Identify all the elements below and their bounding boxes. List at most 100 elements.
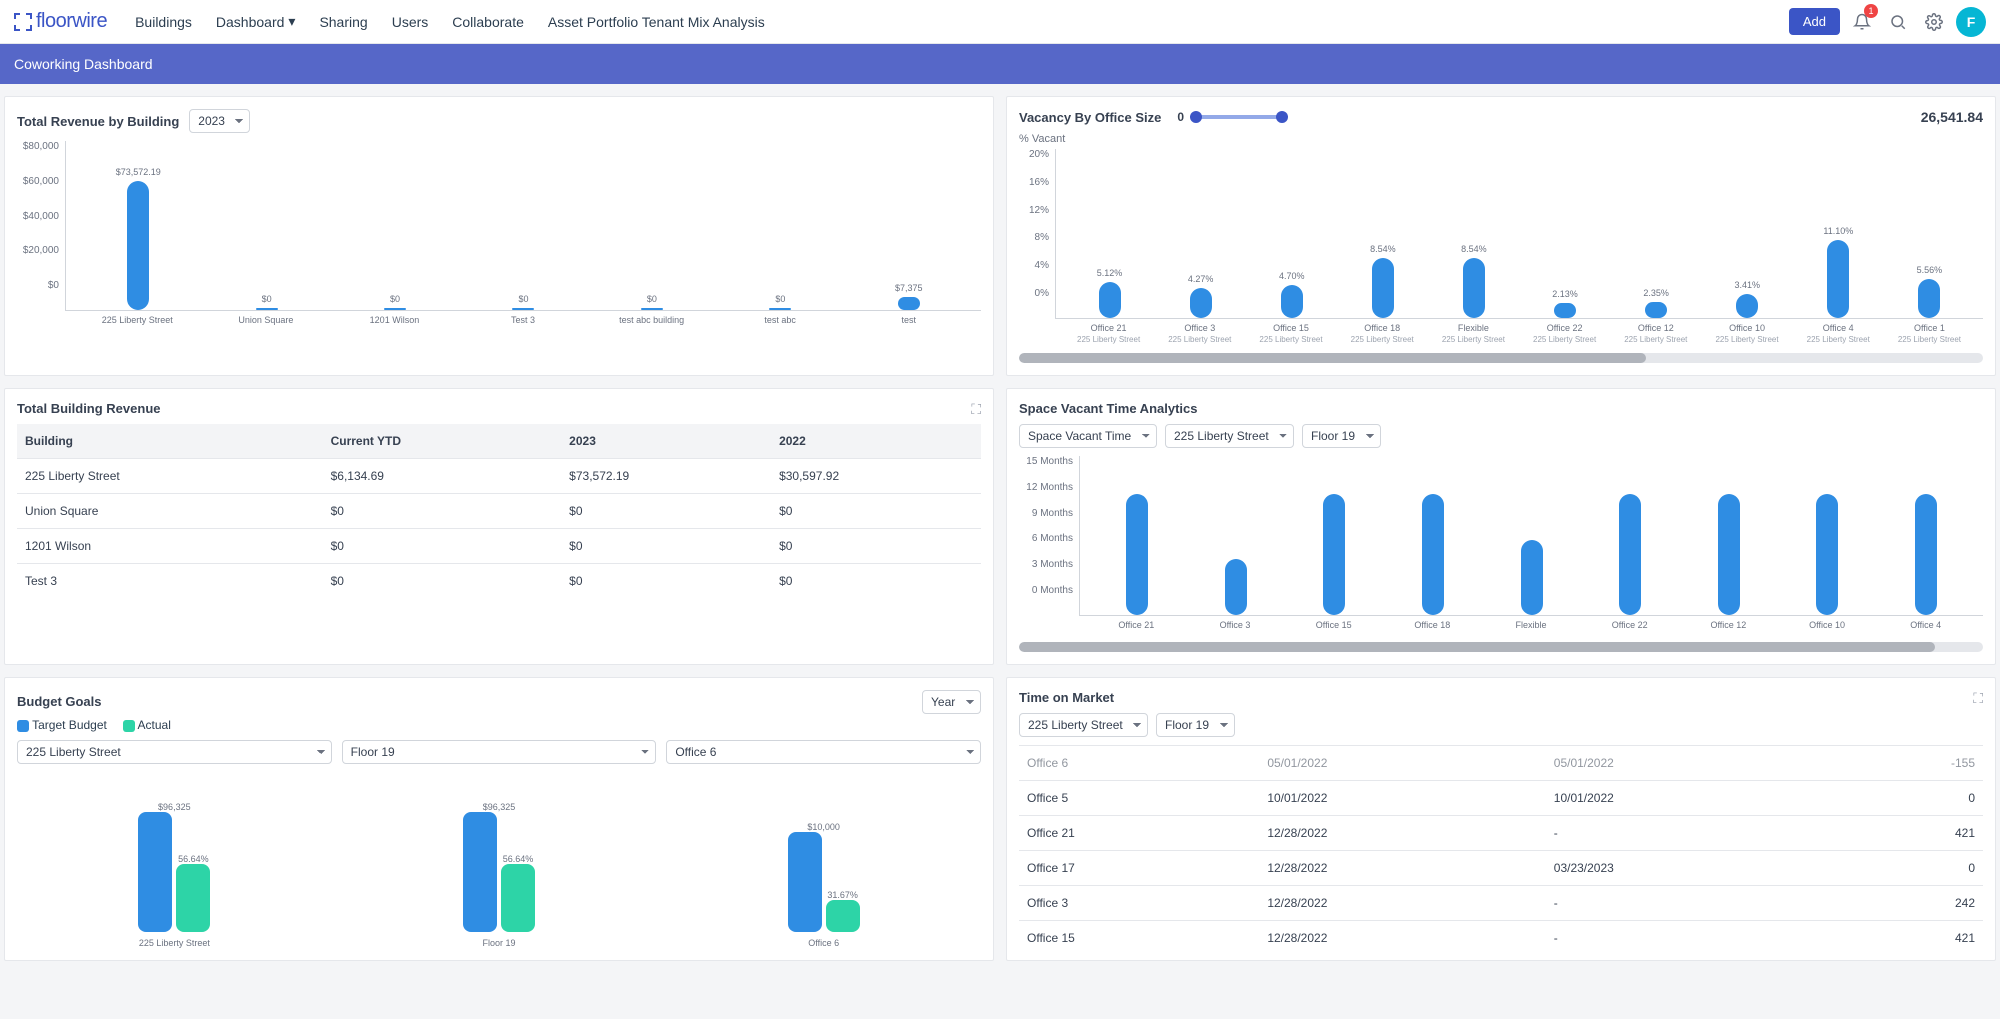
- gear-icon[interactable]: [1920, 8, 1948, 36]
- svt-metric-select[interactable]: Space Vacant Time: [1019, 424, 1157, 448]
- budget-legend: Target Budget Actual: [17, 718, 981, 732]
- svt-floor-select[interactable]: Floor 19: [1302, 424, 1381, 448]
- bar-target[interactable]: [463, 812, 497, 932]
- table-header[interactable]: Current YTD: [323, 424, 562, 459]
- card-building-revenue: ⛶ Total Building Revenue BuildingCurrent…: [4, 388, 994, 665]
- nav-links: Buildings Dashboard▾ Sharing Users Colla…: [135, 13, 765, 30]
- bar[interactable]: [512, 308, 534, 310]
- avatar[interactable]: F: [1956, 7, 1986, 37]
- brand-icon: [14, 13, 32, 31]
- card-vacancy: Vacancy By Office Size 0 26,541.84 % Vac…: [1006, 96, 1996, 376]
- slider-handle-min[interactable]: [1190, 111, 1202, 123]
- nav-collaborate[interactable]: Collaborate: [452, 13, 524, 30]
- bar[interactable]: [1463, 258, 1485, 318]
- revenue-chart: $80,000$60,000$40,000$20,000$0 $73,572.1…: [17, 141, 981, 311]
- total-revenue-title: Total Revenue by Building: [17, 114, 179, 129]
- bar[interactable]: [898, 297, 920, 310]
- vacancy-max: 26,541.84: [1921, 109, 1983, 125]
- bar[interactable]: [1736, 294, 1758, 318]
- nav-dashboard[interactable]: Dashboard▾: [216, 13, 296, 30]
- expand-icon[interactable]: ⛶: [971, 401, 981, 418]
- nav-sharing[interactable]: Sharing: [319, 13, 367, 30]
- table-row[interactable]: 1201 Wilson$0$0$0: [17, 529, 981, 564]
- tom-floor-select[interactable]: Floor 19: [1156, 713, 1235, 737]
- bar[interactable]: [769, 308, 791, 310]
- tom-building-select[interactable]: 225 Liberty Street: [1019, 713, 1148, 737]
- expand-icon[interactable]: ⛶: [1973, 690, 1983, 707]
- table-row[interactable]: Test 3$0$0$0: [17, 564, 981, 599]
- bar[interactable]: [1422, 494, 1444, 615]
- budget-scope-select[interactable]: 225 Liberty Street: [17, 740, 332, 764]
- nav-asset-portfolio[interactable]: Asset Portfolio Tenant Mix Analysis: [548, 13, 765, 30]
- vacancy-title: Vacancy By Office Size: [1019, 110, 1161, 125]
- vacancy-min: 0: [1177, 110, 1184, 124]
- brand-text: floorwire: [36, 10, 107, 33]
- add-button[interactable]: Add: [1789, 8, 1840, 35]
- notifications-badge: 1: [1864, 4, 1878, 18]
- page-title: Coworking Dashboard: [0, 44, 2000, 84]
- vacancy-scrollbar[interactable]: [1019, 353, 1983, 363]
- building-rev-title: Total Building Revenue: [17, 401, 161, 416]
- brand-logo[interactable]: floorwire: [14, 10, 107, 33]
- table-row[interactable]: Office 1512/28/2022-421: [1019, 921, 1983, 946]
- bar-target[interactable]: [788, 832, 822, 932]
- svt-title: Space Vacant Time Analytics: [1019, 401, 1197, 416]
- revenue-year-select[interactable]: 2023: [189, 109, 250, 133]
- card-svt: Space Vacant Time Analytics Space Vacant…: [1006, 388, 1996, 665]
- bar[interactable]: [1281, 285, 1303, 318]
- slider-handle-max[interactable]: [1276, 111, 1288, 123]
- vacancy-slider[interactable]: [1194, 115, 1284, 119]
- table-header[interactable]: 2022: [771, 424, 981, 459]
- table-row[interactable]: Office 2112/28/2022-421: [1019, 816, 1983, 851]
- bar[interactable]: [1323, 494, 1345, 615]
- bar[interactable]: [1372, 258, 1394, 318]
- svt-scrollbar[interactable]: [1019, 642, 1983, 652]
- bar[interactable]: [1718, 494, 1740, 615]
- bar-actual[interactable]: [501, 864, 535, 932]
- nav-buildings[interactable]: Buildings: [135, 13, 192, 30]
- building-revenue-table: BuildingCurrent YTD20232022 225 Liberty …: [17, 424, 981, 598]
- vacancy-subtitle: % Vacant: [1019, 133, 1983, 145]
- bar[interactable]: [1816, 494, 1838, 615]
- legend-target-icon: [17, 720, 29, 732]
- table-row[interactable]: Office 510/01/202210/01/20220: [1019, 781, 1983, 816]
- bar-actual[interactable]: [826, 900, 860, 932]
- nav-users[interactable]: Users: [392, 13, 429, 30]
- table-row[interactable]: 225 Liberty Street$6,134.69$73,572.19$30…: [17, 459, 981, 494]
- table-header[interactable]: 2023: [561, 424, 771, 459]
- bar[interactable]: [1099, 282, 1121, 318]
- bar-target[interactable]: [138, 812, 172, 932]
- bar[interactable]: [1645, 302, 1667, 318]
- bar[interactable]: [127, 181, 149, 310]
- bar[interactable]: [1225, 559, 1247, 615]
- vacancy-chart: 20%16%12%8%4%0% 5.12%4.27%4.70%8.54%8.54…: [1019, 149, 1983, 319]
- bar[interactable]: [384, 308, 406, 310]
- budget-period-select[interactable]: Year: [922, 690, 981, 714]
- budget-scope-select[interactable]: Floor 19: [342, 740, 657, 764]
- bar[interactable]: [1619, 494, 1641, 615]
- bar[interactable]: [1827, 240, 1849, 318]
- table-row[interactable]: Office 312/28/2022-242: [1019, 886, 1983, 921]
- legend-actual-icon: [123, 720, 135, 732]
- tom-title: Time on Market: [1019, 690, 1114, 705]
- search-icon[interactable]: [1884, 8, 1912, 36]
- bar-actual[interactable]: [176, 864, 210, 932]
- svt-building-select[interactable]: 225 Liberty Street: [1165, 424, 1294, 448]
- bar[interactable]: [256, 308, 278, 310]
- bar[interactable]: [1554, 303, 1576, 318]
- card-total-revenue: Total Revenue by Building 2023 $80,000$6…: [4, 96, 994, 376]
- bar[interactable]: [641, 308, 663, 310]
- table-row[interactable]: Office 1712/28/202203/23/20230: [1019, 851, 1983, 886]
- bar[interactable]: [1915, 494, 1937, 615]
- top-nav: floorwire Buildings Dashboard▾ Sharing U…: [0, 0, 2000, 44]
- notifications-icon[interactable]: 1: [1848, 8, 1876, 36]
- budget-scope-select[interactable]: Office 6: [666, 740, 981, 764]
- bar[interactable]: [1918, 279, 1940, 318]
- bar[interactable]: [1521, 540, 1543, 615]
- bar[interactable]: [1126, 494, 1148, 615]
- table-row[interactable]: Union Square$0$0$0: [17, 494, 981, 529]
- chevron-down-icon: ▾: [288, 13, 295, 30]
- table-header[interactable]: Building: [17, 424, 323, 459]
- bar[interactable]: [1190, 288, 1212, 318]
- table-row[interactable]: Office 605/01/202205/01/2022-155: [1019, 746, 1983, 781]
